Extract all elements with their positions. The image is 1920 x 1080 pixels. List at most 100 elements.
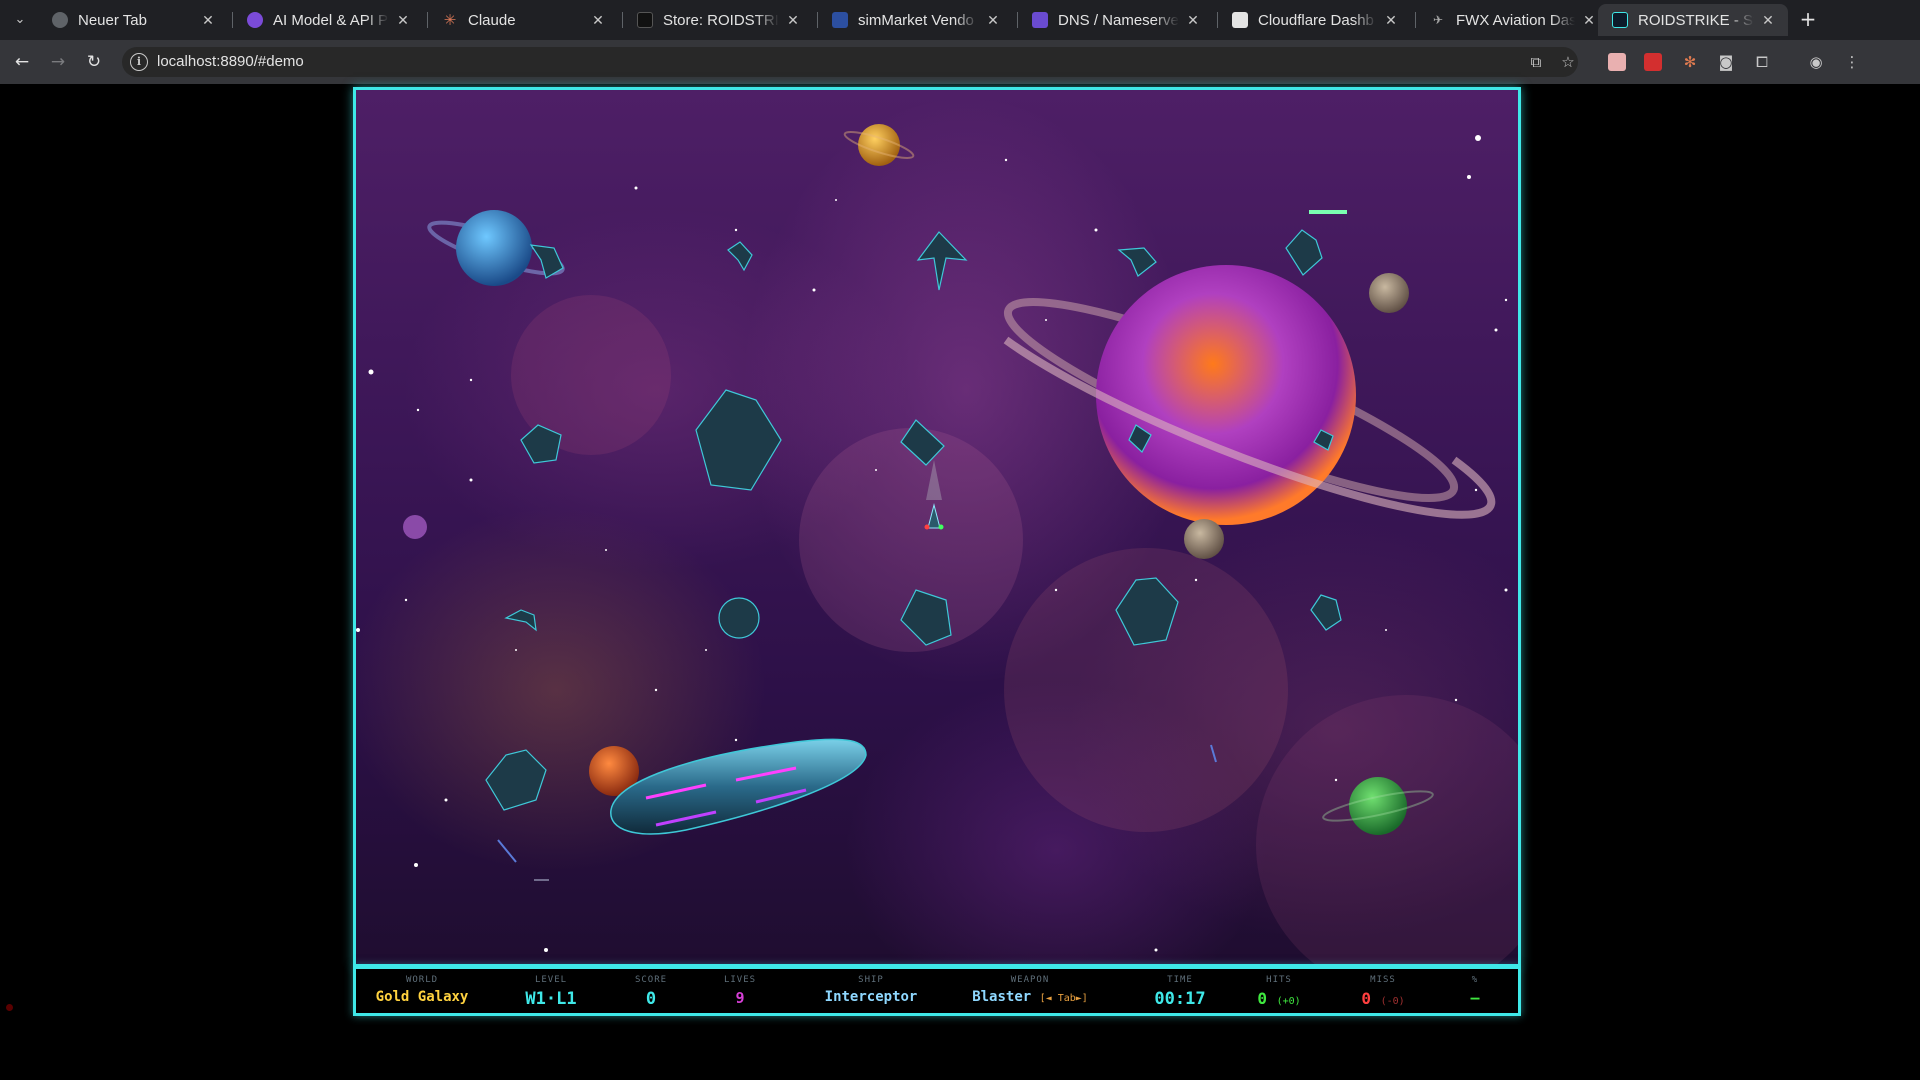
asteroid [1184,519,1224,559]
hud-ship: SHIP Interceptor [816,975,926,1005]
hud-hits-label: HITS [1266,975,1292,985]
address-bar[interactable]: i localhost:8890/#demo [122,47,1578,77]
enemy-orb [718,597,760,639]
extension-react-icon[interactable]: ✻ [1680,52,1700,72]
hud-lives-label: LIVES [723,975,757,985]
hud-miss-value: 0 [1361,989,1371,1008]
fwx-favicon: ✈ [1432,13,1444,27]
dns-favicon [1032,12,1048,28]
tab-title: DNS / Nameserve [1058,11,1179,29]
hud-miss-label: MISS [1370,975,1396,985]
tab-title: Claude [468,11,516,29]
close-icon[interactable]: ✕ [395,12,411,29]
back-arrow-icon[interactable]: ← [10,50,34,74]
tab-simmarket[interactable]: simMarket Vendo ✕ [818,4,1013,36]
enemy-fighter [916,231,968,291]
hud-level-value: W1·L1 [525,989,577,1009]
extensions-puzzle-icon[interactable]: ⧠ [1752,52,1772,72]
tab-search-icon[interactable]: ⌄ [8,8,32,32]
simmarket-favicon [832,12,848,28]
extension-pdf-icon[interactable] [1608,53,1626,71]
blue-planet [456,210,532,286]
hud-ship-value: Interceptor [824,989,918,1005]
hud-time-value: 00:17 [1154,989,1206,1009]
close-icon[interactable]: ✕ [785,12,801,29]
tab-neuer-tab[interactable]: Neuer Tab ✕ [38,4,228,36]
site-info-icon[interactable]: i [130,53,148,71]
tab-title: ROIDSTRIKE - Syn [1638,11,1754,29]
close-icon[interactable]: ✕ [1760,12,1776,29]
debris [497,839,517,863]
purple-planet [403,515,427,539]
install-app-icon[interactable]: ⧉ [1526,52,1546,72]
hud-score: SCORE 0 [626,975,676,1009]
forward-arrow-icon[interactable]: → [46,50,70,74]
hud-weapon-switch-hint: [◄ Tab►] [1039,993,1088,1004]
close-icon[interactable]: ✕ [1581,12,1597,29]
tab-ai-model[interactable]: AI Model & API Pr ✕ [233,4,423,36]
tab-dns[interactable]: DNS / Nameserve ✕ [1018,4,1213,36]
extension-camera-icon[interactable]: ◙ [1716,52,1736,72]
hud-level: LEVEL W1·L1 [516,975,586,1009]
hud-miss-delta: (-0) [1380,996,1405,1007]
extension-youtube-icon[interactable] [1644,53,1662,71]
gold-planet [858,124,900,166]
address-url[interactable]: localhost:8890/#demo [157,53,304,70]
tab-store[interactable]: Store: ROIDSTRIK ✕ [623,4,813,36]
tab-strip: ⌄ Neuer Tab ✕ AI Model & API Pr ✕ ✳ Clau… [0,0,1920,40]
more-menu-icon[interactable]: ⋮ [1842,52,1862,72]
hud-lives: LIVES 9 [715,975,765,1007]
hud-percent: % — [1460,975,1490,1007]
enemy-fighter [504,609,537,632]
reload-icon[interactable]: ↻ [82,50,106,74]
roidstrike-favicon [1612,12,1628,28]
hud-world: WORLD Gold Galaxy [368,975,476,1005]
tab-claude[interactable]: ✳ Claude ✕ [428,4,618,36]
store-favicon [637,12,653,28]
enemy-fighter [1310,594,1342,631]
hud-weapon-value: Blaster [972,989,1032,1005]
chrome-icon [52,12,68,28]
enemy-mothership [695,389,782,491]
claude-favicon: ✳ [443,12,457,29]
tab-title: FWX Aviation Das [1456,11,1575,29]
tab-roidstrike[interactable]: ROIDSTRIKE - Syn ✕ [1598,4,1788,36]
close-icon[interactable]: ✕ [1383,12,1399,29]
tab-cloudflare[interactable]: Cloudflare Dashb ✕ [1218,4,1411,36]
profile-icon[interactable]: ◉ [1806,52,1826,72]
tab-title: AI Model & API Pr [273,11,389,29]
game-hud: WORLD Gold Galaxy LEVEL W1·L1 SCORE 0 LI… [353,966,1521,1016]
enemy-fighter [1285,229,1323,276]
enemy-cruiser [485,749,547,811]
tab-fwx[interactable]: ✈ FWX Aviation Das ✕ [1416,4,1609,36]
hud-world-label: WORLD [405,975,439,985]
hud-lives-value: 9 [735,989,745,1007]
close-icon[interactable]: ✕ [590,12,606,29]
tab-title: Store: ROIDSTRIK [663,11,779,29]
status-dot [6,1004,13,1011]
tab-title: Neuer Tab [78,11,147,29]
enemy-fighter [1117,247,1157,277]
close-icon[interactable]: ✕ [985,12,1001,29]
new-tab-button[interactable]: + [1796,8,1820,32]
game-canvas[interactable] [353,87,1521,967]
hud-percent-label: % [1471,975,1479,985]
ai-model-favicon [247,12,263,28]
hud-weapon: WEAPON Blaster [◄ Tab►] [960,975,1100,1005]
hud-ship-label: SHIP [858,975,884,985]
enemy-fighter [727,241,753,272]
hud-percent-value: — [1470,989,1480,1007]
hud-hits-delta: (+0) [1276,996,1301,1007]
hud-time-label: TIME [1167,975,1193,985]
asteroid [1369,273,1409,313]
bookmark-star-icon[interactable]: ☆ [1558,52,1578,72]
hud-weapon-label: WEAPON [1010,975,1050,985]
hud-level-label: LEVEL [534,975,568,985]
space-scene [356,124,1518,964]
enemy-carrier [610,738,867,835]
close-icon[interactable]: ✕ [200,12,216,29]
close-icon[interactable]: ✕ [1185,12,1201,29]
cloudflare-favicon [1232,12,1248,28]
hud-world-value: Gold Galaxy [375,989,469,1005]
enemy-health-bar [1309,210,1347,214]
